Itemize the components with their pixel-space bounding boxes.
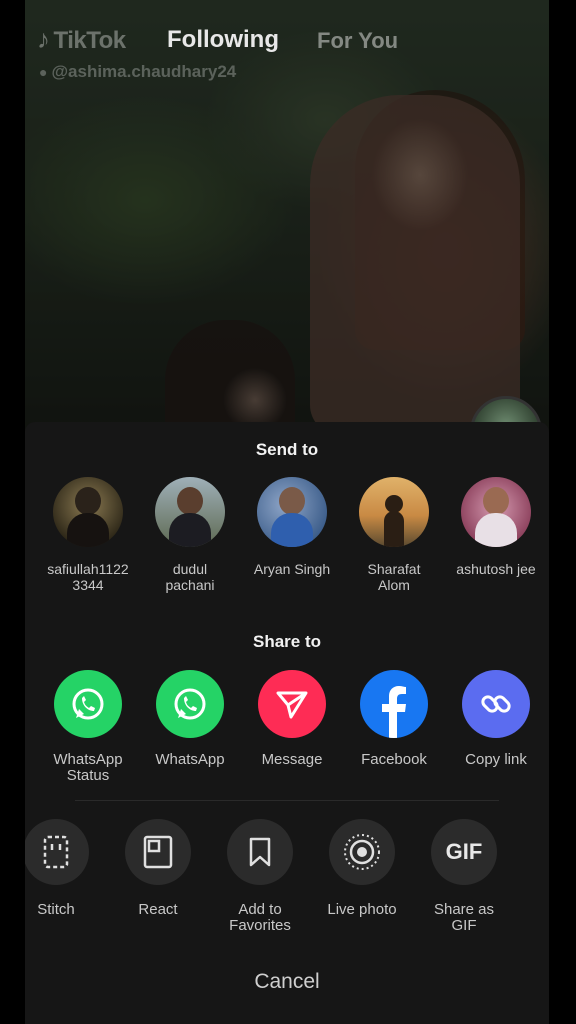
live-photo-icon <box>329 819 395 885</box>
action-live-photo[interactable]: Live photo <box>312 819 412 918</box>
share-label: Copy link <box>465 751 527 768</box>
react-icon <box>125 819 191 885</box>
tiktok-wordmark: TikTok <box>53 27 127 54</box>
tiktok-note-icon: ♪ <box>37 24 50 54</box>
contact-item[interactable]: Aryan Singh <box>242 477 342 577</box>
phone-screen: ♪ TikTok Following For You ● @ashima.chaud… <box>25 0 549 1024</box>
share-label: Message <box>261 751 323 768</box>
contact-item[interactable]: ashutosh jee <box>446 477 546 577</box>
send-icon <box>258 670 326 738</box>
video-background: ♪ TikTok Following For You ● @ashima.chaud… <box>25 0 549 468</box>
link-icon <box>462 670 530 738</box>
contact-item[interactable]: dudul pachani <box>140 477 240 593</box>
whatsapp-icon <box>54 670 122 738</box>
share-to-title: Share to <box>252 632 322 651</box>
contact-avatar <box>359 477 429 547</box>
cancel-button[interactable]: Cancel <box>25 970 549 994</box>
share-facebook[interactable]: Facebook <box>344 670 444 768</box>
whatsapp-icon <box>156 670 224 738</box>
share-label: Facebook <box>361 751 427 768</box>
tab-for-you[interactable]: For You <box>317 28 398 54</box>
contact-avatar <box>257 477 327 547</box>
action-label: React <box>138 901 178 918</box>
send-to-title: Send to <box>255 440 319 459</box>
contact-item[interactable]: Sharafat Alom <box>344 477 444 593</box>
contact-name: Aryan Singh <box>253 561 331 577</box>
share-label: WhatsApp <box>155 751 225 768</box>
gif-icon-text: GIF <box>445 839 483 864</box>
contact-avatar <box>53 477 123 547</box>
user-icon: ● <box>39 64 48 80</box>
tab-following[interactable]: Following <box>167 26 279 54</box>
action-stitch[interactable]: Stitch <box>25 819 106 918</box>
share-copy-link[interactable]: Copy link <box>446 670 546 768</box>
bookmark-icon <box>227 819 293 885</box>
contact-name: ashutosh jee <box>456 561 536 577</box>
action-react[interactable]: React <box>108 819 208 918</box>
contact-avatar <box>461 477 531 547</box>
share-whatsapp[interactable]: WhatsApp <box>140 670 240 768</box>
share-whatsapp-status[interactable]: WhatsApp Status <box>38 670 138 784</box>
contact-name: dudul pachani <box>165 561 215 593</box>
video-username: ● @ashima.chaudhary24 <box>39 62 236 82</box>
contact-name: safiullah1122 3344 <box>47 561 129 593</box>
action-label: Live photo <box>327 901 397 918</box>
action-share-gif[interactable]: GIF Share as GIF <box>414 819 514 934</box>
section-divider <box>75 800 499 801</box>
stitch-icon <box>25 819 89 885</box>
share-label: WhatsApp Status <box>53 751 123 784</box>
gif-icon: GIF <box>431 819 497 885</box>
username-text: @ashima.chaudhary24 <box>51 62 237 81</box>
action-label: Add to Favorites <box>229 901 291 934</box>
facebook-icon <box>360 670 428 738</box>
tiktok-logo: ♪ TikTok <box>37 24 126 55</box>
contact-name: Sharafat Alom <box>367 561 421 593</box>
contact-avatar <box>155 477 225 547</box>
action-label: Share as GIF <box>433 901 495 934</box>
action-label: Stitch <box>37 901 75 918</box>
share-sheet: Send to safiullah11223344 dudulpachani <box>25 422 549 1024</box>
share-message[interactable]: Message <box>242 670 342 768</box>
action-add-favorites[interactable]: Add to Favorites <box>210 819 310 934</box>
contact-item[interactable]: safiullah1122 3344 <box>38 477 138 593</box>
